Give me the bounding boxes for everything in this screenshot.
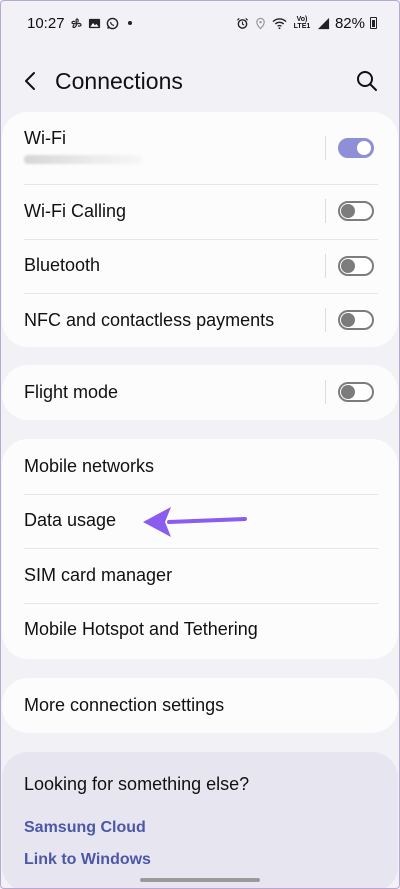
nfc-toggle[interactable] — [338, 310, 374, 331]
chevron-left-icon — [25, 72, 35, 90]
row-nfc[interactable]: NFC and contactless payments — [2, 293, 398, 347]
gesture-bar[interactable] — [140, 878, 260, 882]
toggle-area — [325, 253, 374, 278]
wifi-toggle[interactable] — [338, 138, 374, 158]
battery-icon — [370, 17, 377, 29]
card-suggestions: Looking for something else? Samsung Clou… — [2, 752, 398, 888]
row-mobile-networks[interactable]: Mobile networks — [2, 439, 398, 494]
toggle-area — [325, 380, 374, 405]
volte-label: Vo) LTE1 — [293, 16, 311, 30]
wifi-icon — [272, 17, 287, 29]
whatsapp-icon — [106, 17, 118, 29]
divider — [325, 253, 326, 278]
toggle-area — [325, 308, 374, 333]
notification-dot — [127, 21, 132, 25]
row-more-connection-settings[interactable]: More connection settings — [2, 678, 398, 733]
app-header: Connections — [1, 55, 399, 107]
row-label: Wi-Fi — [24, 128, 66, 148]
link-samsung-cloud[interactable]: Samsung Cloud — [2, 819, 398, 837]
row-flight-mode[interactable]: Flight mode — [2, 365, 398, 420]
location-icon — [256, 17, 265, 29]
gallery-icon — [88, 18, 100, 28]
search-icon — [357, 71, 377, 91]
divider — [325, 308, 326, 333]
card-more-settings: More connection settings — [2, 678, 398, 733]
row-label: NFC and contactless payments — [24, 309, 275, 330]
row-label: Bluetooth — [24, 255, 101, 276]
arrow-icon — [143, 507, 247, 537]
status-right: Vo) LTE1 82% — [236, 15, 377, 32]
divider — [325, 380, 326, 405]
alarm-icon — [236, 17, 249, 29]
row-label: Flight mode — [24, 381, 119, 402]
status-bar: 10:27 Vo) LTE1 82% — [1, 1, 399, 45]
row-hotspot-tethering[interactable]: Mobile Hotspot and Tethering — [2, 602, 398, 658]
card-connectivity: Wi-Fi Wi-Fi Calling Bluetooth NFC and co — [2, 112, 398, 347]
status-time: 10:27 — [27, 14, 65, 32]
divider — [325, 199, 326, 224]
signal-icon — [317, 17, 330, 29]
wifi-calling-toggle[interactable] — [338, 201, 374, 222]
toggle-area — [325, 136, 374, 160]
row-wifi[interactable]: Wi-Fi — [2, 112, 398, 184]
divider — [325, 136, 326, 160]
flight-mode-toggle[interactable] — [338, 382, 374, 403]
row-label: Data usage — [24, 510, 117, 531]
fan-icon — [70, 17, 82, 28]
card-flight-mode: Flight mode — [2, 365, 398, 420]
row-bluetooth[interactable]: Bluetooth — [2, 238, 398, 294]
row-label: SIM card manager — [24, 564, 173, 585]
back-button[interactable] — [5, 55, 57, 107]
status-left: 10:27 — [27, 15, 132, 32]
screen: 10:27 Vo) LTE1 82% Connections Wi-Fi Wi-… — [0, 0, 400, 889]
row-label: Mobile Hotspot and Tethering — [24, 619, 258, 640]
link-link-to-windows[interactable]: Link to Windows — [2, 851, 398, 869]
bluetooth-toggle[interactable] — [338, 255, 374, 276]
wifi-text: Wi-Fi — [24, 128, 142, 164]
wifi-network-name-blurred — [24, 155, 142, 164]
row-label: Wi-Fi Calling — [24, 200, 127, 221]
row-label: Mobile networks — [24, 455, 155, 476]
search-button[interactable] — [353, 67, 381, 95]
card-networks: Mobile networks Data usage SIM card mana… — [2, 439, 398, 659]
toggle-area — [325, 199, 374, 224]
row-wifi-calling[interactable]: Wi-Fi Calling — [2, 184, 398, 239]
row-sim-card-manager[interactable]: SIM card manager — [2, 548, 398, 603]
page-title: Connections — [55, 67, 183, 94]
battery-percent: 82% — [334, 14, 365, 32]
row-label: More connection settings — [24, 694, 225, 715]
suggestions-title: Looking for something else? — [24, 774, 250, 794]
